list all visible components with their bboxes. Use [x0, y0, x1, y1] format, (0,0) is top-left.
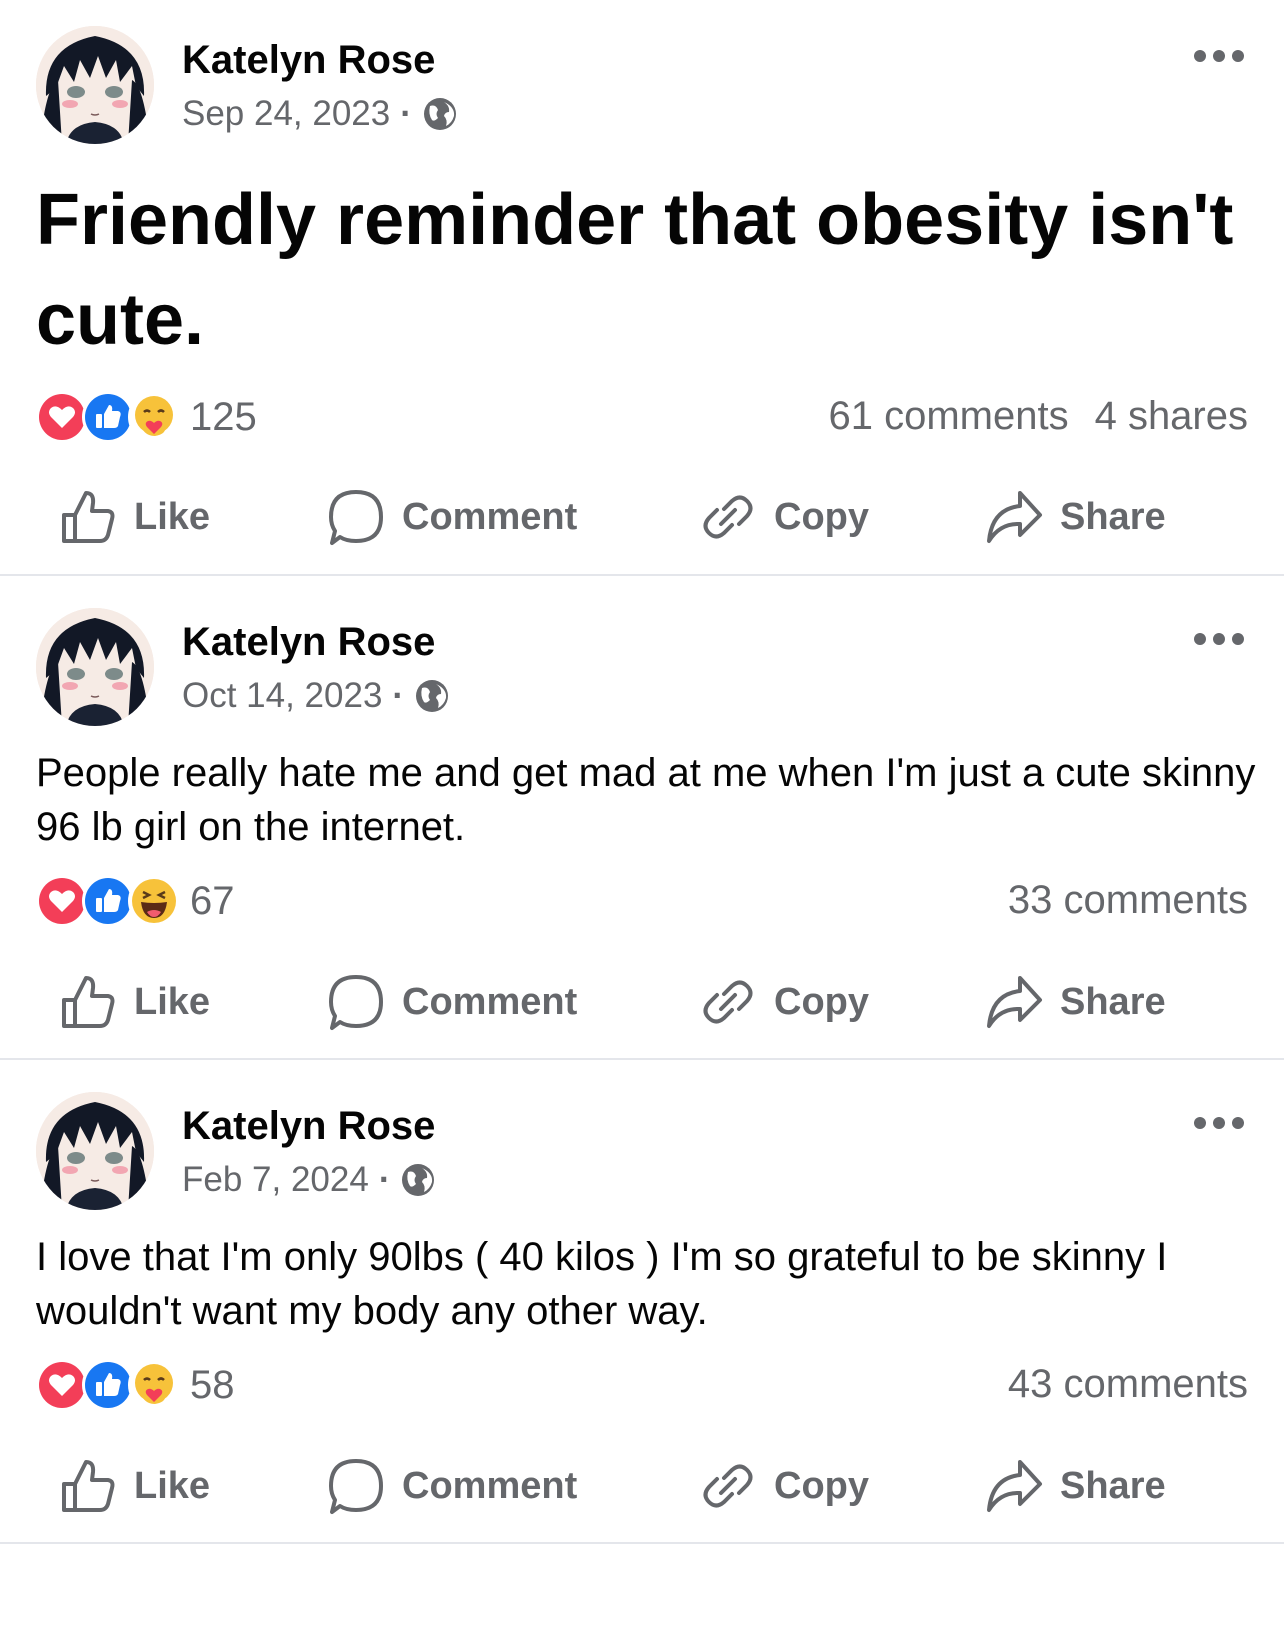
post-1: Katelyn Rose Sep 24, 2023 · Friendly rem… [0, 0, 1284, 576]
like-label: Like [134, 980, 211, 1023]
love-reaction-icon [36, 1359, 88, 1411]
reaction-summary[interactable]: 125 [36, 391, 257, 443]
comments-count[interactable]: 43 comments [1008, 1362, 1248, 1407]
more-dot-icon [1232, 50, 1244, 62]
comment-bubble-icon [329, 490, 383, 545]
avatar[interactable] [36, 26, 154, 144]
copy-link-button[interactable]: Copy [698, 482, 869, 552]
more-dot-icon [1232, 1117, 1244, 1129]
reaction-summary[interactable]: 67 [36, 875, 235, 927]
care-reaction-icon [128, 391, 180, 443]
post-text: Friendly reminder that obesity isn't cut… [36, 180, 1234, 360]
post-date[interactable]: Oct 14, 2023 [182, 676, 382, 716]
author-name[interactable]: Katelyn Rose [182, 620, 435, 665]
comment-button[interactable]: Comment [326, 1451, 577, 1521]
more-dot-icon [1194, 50, 1206, 62]
share-label: Share [1060, 1464, 1166, 1507]
globe-icon [400, 1162, 436, 1198]
reaction-count: 67 [190, 878, 235, 923]
thumbs-up-icon [62, 1460, 115, 1512]
globe-icon [414, 678, 450, 714]
author-name[interactable]: Katelyn Rose [182, 1104, 435, 1149]
like-reaction-icon [82, 1359, 134, 1411]
more-dot-icon [1213, 50, 1225, 62]
like-label: Like [134, 1464, 211, 1507]
post-divider [0, 1542, 1284, 1544]
love-reaction-icon [36, 391, 88, 443]
share-button[interactable]: Share [984, 967, 1166, 1037]
post-3: Katelyn Rose Feb 7, 2024 · I love that I… [0, 1060, 1284, 1544]
avatar[interactable] [36, 1092, 154, 1210]
meta-separator: · [392, 676, 405, 715]
post-date[interactable]: Sep 24, 2023 [182, 94, 390, 134]
comment-button[interactable]: Comment [326, 967, 577, 1037]
like-button[interactable]: Like [58, 482, 210, 552]
copy-label: Copy [774, 495, 869, 538]
reaction-summary[interactable]: 58 [36, 1359, 235, 1411]
like-reaction-icon [82, 391, 134, 443]
reaction-count: 125 [190, 394, 257, 439]
love-reaction-icon [36, 875, 88, 927]
more-dot-icon [1232, 633, 1244, 645]
comment-bubble-icon [329, 1459, 383, 1514]
post-meta: Feb 7, 2024 · [182, 1158, 436, 1202]
link-icon [703, 1464, 753, 1508]
post-stats: 61 comments 4 shares [828, 394, 1248, 439]
like-reaction-icon [82, 875, 134, 927]
post-stats: 33 comments [1008, 878, 1248, 923]
post-meta: Sep 24, 2023 · [182, 92, 458, 136]
post-stats: 43 comments [1008, 1362, 1248, 1407]
post-date[interactable]: Feb 7, 2024 [182, 1160, 369, 1200]
comment-label: Comment [402, 1464, 578, 1507]
thumbs-up-icon [62, 976, 115, 1028]
post-meta: Oct 14, 2023 · [182, 674, 450, 718]
reaction-count: 58 [190, 1362, 235, 1407]
share-button[interactable]: Share [984, 482, 1166, 552]
copy-label: Copy [774, 1464, 869, 1507]
more-dot-icon [1213, 1117, 1225, 1129]
thumbs-up-icon [62, 491, 115, 543]
post-2: Katelyn Rose Oct 14, 2023 · People reall… [0, 576, 1284, 1060]
like-button[interactable]: Like [58, 967, 210, 1037]
action-bar: Like Comment Copy Share [0, 1451, 1284, 1521]
copy-link-button[interactable]: Copy [698, 1451, 869, 1521]
like-label: Like [134, 495, 211, 538]
comments-count[interactable]: 33 comments [1008, 878, 1248, 923]
action-bar: Like Comment Copy Share [0, 482, 1284, 552]
link-icon [703, 495, 753, 539]
share-arrow-icon [987, 491, 1042, 543]
comment-bubble-icon [329, 975, 383, 1030]
copy-link-button[interactable]: Copy [698, 967, 869, 1037]
comment-button[interactable]: Comment [326, 482, 577, 552]
author-name[interactable]: Katelyn Rose [182, 38, 435, 83]
more-dot-icon [1194, 633, 1206, 645]
comment-label: Comment [402, 980, 578, 1023]
like-button[interactable]: Like [58, 1451, 210, 1521]
globe-icon [422, 96, 458, 132]
share-arrow-icon [987, 976, 1042, 1028]
post-text: People really hate me and get mad at me … [36, 751, 1256, 849]
comments-count[interactable]: 61 comments [828, 394, 1068, 439]
care-reaction-icon [128, 1359, 180, 1411]
more-dot-icon [1213, 633, 1225, 645]
meta-separator: · [400, 94, 412, 133]
share-label: Share [1060, 980, 1166, 1023]
avatar[interactable] [36, 608, 154, 726]
share-button[interactable]: Share [984, 1451, 1166, 1521]
more-options-button[interactable] [1194, 629, 1244, 649]
post-text: I love that I'm only 90lbs ( 40 kilos ) … [36, 1235, 1168, 1333]
share-arrow-icon [987, 1460, 1042, 1512]
link-icon [703, 980, 753, 1024]
action-bar: Like Comment Copy Share [0, 967, 1284, 1037]
meta-separator: · [378, 1160, 391, 1199]
copy-label: Copy [774, 980, 869, 1023]
more-options-button[interactable] [1194, 46, 1244, 66]
shares-count[interactable]: 4 shares [1095, 394, 1248, 439]
haha-reaction-icon [128, 875, 180, 927]
more-dot-icon [1194, 1117, 1206, 1129]
comment-label: Comment [402, 495, 578, 538]
more-options-button[interactable] [1194, 1113, 1244, 1133]
share-label: Share [1060, 495, 1166, 538]
